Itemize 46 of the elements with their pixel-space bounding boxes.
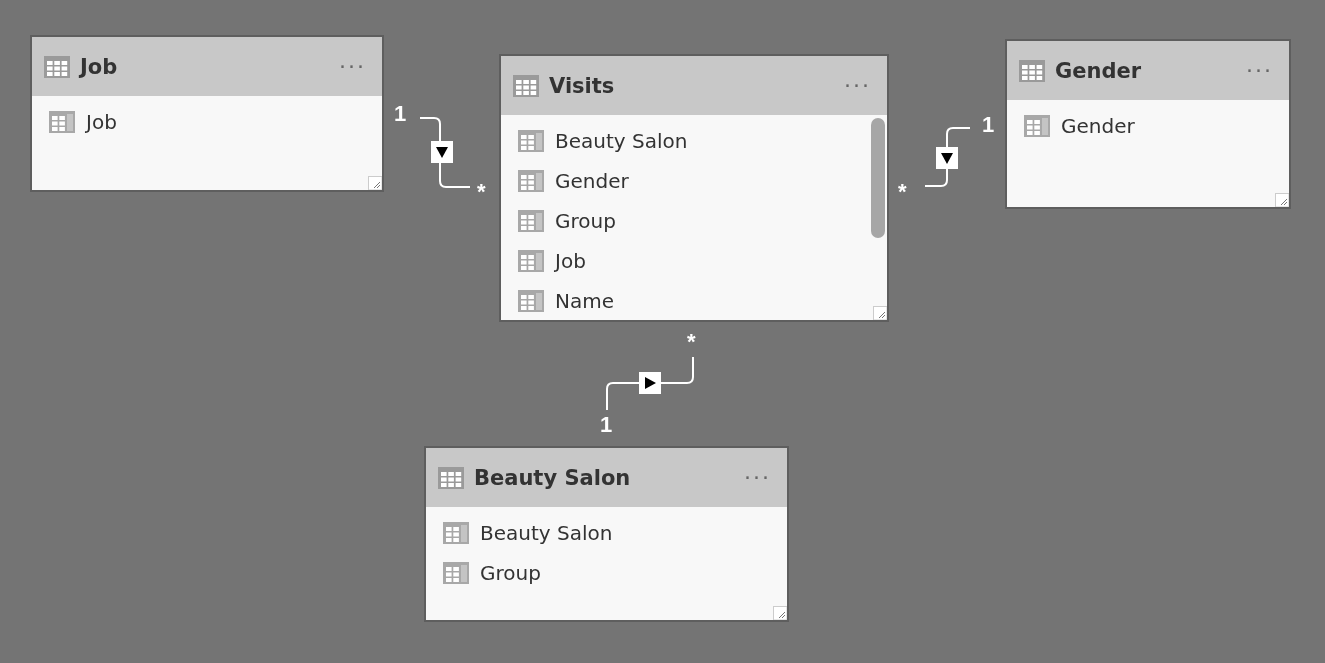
table-header[interactable]: Job ··· — [32, 37, 382, 96]
cardinality-label: * — [477, 180, 486, 204]
relationship-line[interactable] — [924, 127, 971, 187]
resize-grip-icon[interactable] — [1275, 193, 1289, 207]
column-item[interactable]: Job — [49, 102, 382, 142]
table-header[interactable]: Gender ··· — [1007, 41, 1289, 100]
column-item[interactable]: Gender — [518, 161, 887, 201]
resize-grip-icon[interactable] — [773, 606, 787, 620]
column-item[interactable]: Group — [443, 553, 787, 593]
column-item[interactable]: Group — [518, 201, 887, 241]
column-item[interactable]: Gender — [1024, 106, 1289, 146]
column-item[interactable]: Job — [518, 241, 887, 281]
cardinality-label: 1 — [394, 102, 407, 126]
resize-grip-icon[interactable] — [873, 306, 887, 320]
scrollbar-thumb[interactable] — [871, 118, 885, 238]
column-item[interactable]: Beauty Salon — [443, 513, 787, 553]
column-icon — [518, 130, 544, 152]
table-card[interactable]: Gender ··· Gender — [1005, 39, 1291, 209]
cardinality-label: 1 — [600, 413, 613, 437]
table-icon — [44, 55, 70, 78]
column-icon — [518, 250, 544, 272]
table-header[interactable]: Visits ··· — [501, 56, 887, 115]
table-name: Visits — [549, 73, 616, 98]
table-name: Beauty Salon — [474, 465, 632, 490]
column-item[interactable]: Name — [518, 281, 887, 321]
column-icon — [518, 290, 544, 312]
column-icon — [443, 522, 469, 544]
table-icon — [513, 74, 539, 97]
column-icon — [518, 210, 544, 232]
table-header[interactable]: Beauty Salon ··· — [426, 448, 787, 507]
column-icon — [443, 562, 469, 584]
cardinality-label: * — [687, 330, 696, 354]
table-icon — [1019, 59, 1045, 82]
table-name: Gender — [1055, 58, 1143, 83]
table-icon — [438, 466, 464, 489]
column-item[interactable]: Beauty Salon — [518, 121, 887, 161]
resize-grip-icon[interactable] — [368, 176, 382, 190]
table-card[interactable]: Job ··· Job — [30, 35, 384, 192]
cardinality-label: * — [898, 180, 907, 204]
table-card[interactable]: Beauty Salon ··· Beauty Salon Group — [424, 446, 789, 622]
table-name: Job — [80, 54, 119, 79]
cardinality-label: 1 — [982, 113, 995, 137]
column-icon — [518, 170, 544, 192]
table-card[interactable]: Visits ··· Beauty Salon Gender Group Job Name — [499, 54, 889, 322]
column-icon — [49, 111, 75, 133]
column-icon — [1024, 115, 1050, 137]
